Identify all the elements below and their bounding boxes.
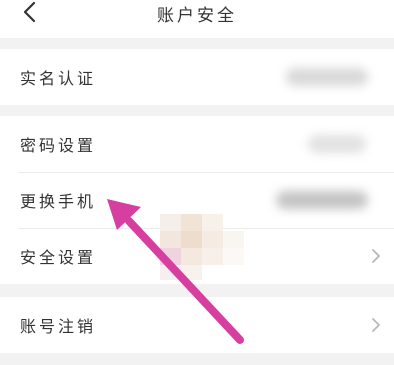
redacted-value [286, 68, 368, 86]
settings-row-password[interactable]: 密码设置 [0, 116, 394, 172]
account-group: 账号注销 [0, 297, 394, 353]
nav-bar: 账户安全 [0, 0, 394, 38]
row-label: 实名认证 [20, 69, 97, 88]
row-label: 账号注销 [20, 317, 97, 336]
privacy-mosaic [160, 214, 244, 280]
chevron-right-icon [371, 317, 381, 333]
account-security-screen: 账户安全 实名认证 密码设置 更换手机 安全设置 账号注销 [0, 0, 394, 365]
page-title: 账户安全 [157, 6, 237, 26]
settings-row-delete-account[interactable]: 账号注销 [0, 297, 394, 353]
redacted-value [308, 135, 366, 153]
settings-row-real-name[interactable]: 实名认证 [0, 49, 394, 105]
row-label: 更换手机 [20, 192, 97, 211]
row-label: 安全设置 [20, 248, 97, 267]
identity-group: 实名认证 [0, 49, 394, 105]
row-label: 密码设置 [20, 136, 97, 155]
chevron-right-icon [371, 248, 381, 264]
redacted-value [276, 191, 368, 209]
